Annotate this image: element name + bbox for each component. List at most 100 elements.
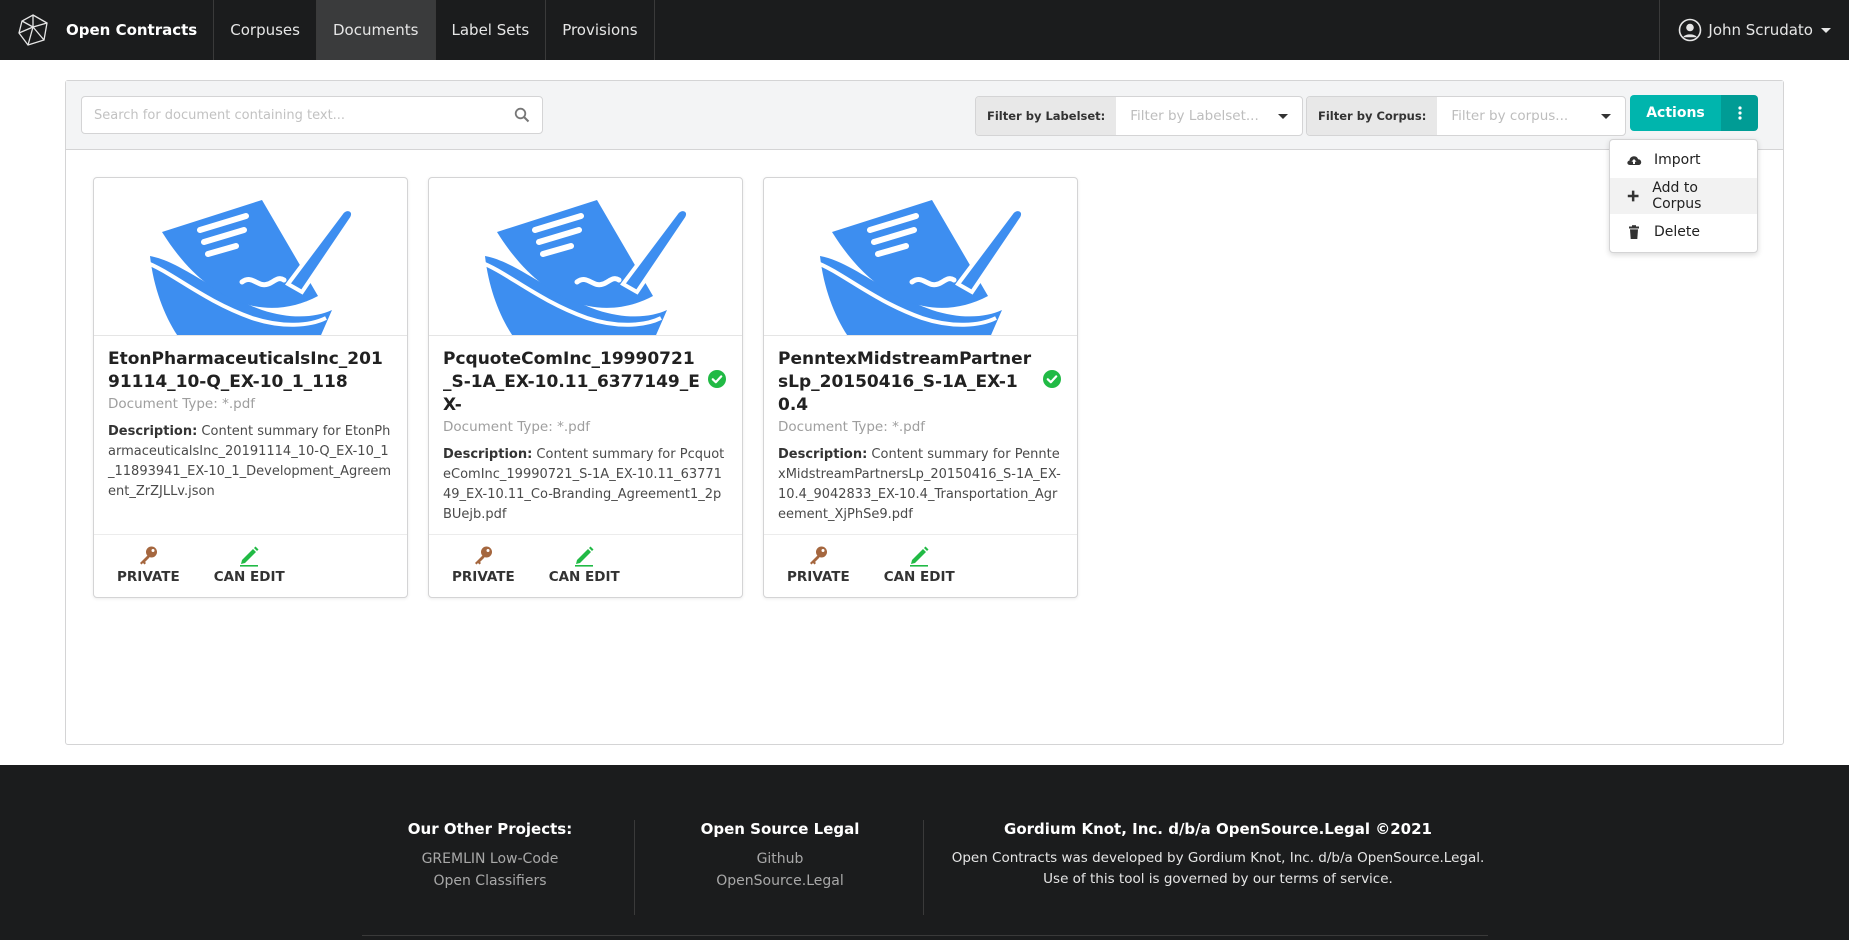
document-card[interactable]: EtonPharmaceuticalsInc_20191114_10-Q_EX-… (93, 177, 408, 598)
footer-other-projects: Our Other Projects: GREMLIN Low-Code Ope… (400, 820, 580, 892)
footer-heading: Gordium Knot, Inc. d/b/a OpenSource.Lega… (1004, 820, 1432, 838)
document-title[interactable]: PcquoteComInc_19990721_S-1A_EX-10.11_637… (443, 348, 701, 417)
footer-link-opensource-legal[interactable]: OpenSource.Legal (680, 870, 880, 892)
document-title[interactable]: PenntexMidstreamPartnersLp_20150416_S-1A… (778, 348, 1036, 417)
permission-can-edit: CAN EDIT (214, 545, 285, 597)
labelset-filter-dropdown[interactable]: Filter by Labelset... (1116, 97, 1302, 135)
document-card[interactable]: PcquoteComInc_19990721_S-1A_EX-10.11_637… (428, 177, 743, 598)
permission-private: PRIVATE (452, 545, 515, 597)
top-nav: Open Contracts Corpuses Documents Label … (0, 0, 1849, 60)
document-thumbnail (94, 178, 407, 336)
nav-item-provisions[interactable]: Provisions (546, 0, 655, 60)
dropdown-caret-icon (1278, 114, 1288, 119)
permission-label: CAN EDIT (548, 569, 620, 585)
pencil-icon (240, 546, 259, 567)
trash-icon (1629, 225, 1639, 239)
permission-label: PRIVATE (452, 569, 515, 585)
logo-icon (18, 14, 48, 46)
key-icon (140, 546, 158, 565)
document-description: Description: Content summary for Pcquote… (443, 445, 728, 525)
description-label: Description: (108, 424, 198, 439)
card-content: PenntexMidstreamPartnersLp_20150416_S-1A… (764, 336, 1077, 536)
permission-label: PRIVATE (117, 569, 180, 585)
labelset-filter-label: Filter by Labelset: (976, 97, 1117, 135)
footer-heading: Open Source Legal (700, 820, 860, 838)
menu-item-import[interactable]: Import (1610, 142, 1757, 178)
check-circle-icon (1043, 370, 1061, 388)
user-avatar-icon (1679, 18, 1702, 42)
footer-about-text: Open Contracts was developed by Gordium … (951, 850, 1485, 887)
documents-toolbar: Filter by Labelset: Filter by Labelset..… (66, 81, 1783, 150)
labelset-filter: Filter by Labelset: Filter by Labelset..… (975, 96, 1303, 136)
footer-divider (634, 820, 635, 915)
description-label: Description: (778, 447, 868, 462)
search-input[interactable] (94, 107, 514, 123)
user-menu[interactable]: John Scrudato (1659, 0, 1849, 60)
card-permissions: PRIVATE CAN EDIT (429, 534, 742, 597)
pencil-icon (575, 546, 594, 567)
document-type: Document Type: *.pdf (443, 419, 591, 435)
pencil-icon (910, 546, 929, 567)
footer-open-source-legal: Open Source Legal Github OpenSource.Lega… (680, 820, 880, 892)
chevron-down-icon (1821, 27, 1831, 33)
corpus-filter: Filter by Corpus: Filter by corpus... (1306, 96, 1626, 136)
permission-can-edit: CAN EDIT (549, 545, 620, 597)
permission-can-edit: CAN EDIT (884, 545, 955, 597)
search-box (81, 96, 543, 134)
actions-button[interactable]: Actions (1630, 95, 1721, 131)
menu-item-label: Delete (1654, 224, 1700, 240)
permission-private: PRIVATE (787, 545, 850, 597)
footer-bottom-divider (362, 935, 1488, 936)
document-sign-icon (479, 200, 690, 335)
corpus-filter-placeholder: Filter by corpus... (1451, 108, 1569, 124)
nav-item-label-sets[interactable]: Label Sets (436, 0, 547, 60)
permission-label: CAN EDIT (213, 569, 285, 585)
nav-item-documents[interactable]: Documents (316, 0, 436, 60)
card-permissions: PRIVATE CAN EDIT (764, 534, 1077, 597)
document-title[interactable]: EtonPharmaceuticalsInc_20191114_10-Q_EX-… (108, 348, 390, 394)
footer-heading: Our Other Projects: (407, 820, 573, 838)
brand[interactable]: Open Contracts (0, 0, 215, 60)
menu-item-label: Add to Corpus (1652, 180, 1702, 212)
document-thumbnail (764, 178, 1077, 336)
footer-about: Gordium Knot, Inc. d/b/a OpenSource.Lega… (938, 820, 1498, 890)
check-circle-icon (708, 370, 726, 388)
document-type: Document Type: *.pdf (108, 396, 256, 412)
document-description: Description: Content summary for Penntex… (778, 445, 1063, 525)
document-sign-icon (814, 200, 1025, 335)
cloud-upload-icon (1627, 156, 1642, 165)
menu-item-delete[interactable]: Delete (1610, 214, 1757, 250)
plus-icon (1627, 190, 1639, 202)
menu-item-label: Import (1654, 152, 1701, 168)
nav-item-corpuses[interactable]: Corpuses (214, 0, 317, 60)
document-type: Document Type: *.pdf (778, 419, 926, 435)
footer: Our Other Projects: GREMLIN Low-Code Ope… (0, 765, 1849, 940)
actions-menu-toggle[interactable] (1721, 95, 1758, 131)
kebab-icon (1737, 106, 1742, 120)
card-permissions: PRIVATE CAN EDIT (94, 534, 407, 597)
footer-link-open-classifiers[interactable]: Open Classifiers (400, 870, 580, 892)
corpus-filter-dropdown[interactable]: Filter by corpus... (1437, 97, 1625, 135)
permission-label: PRIVATE (787, 569, 850, 585)
key-icon (810, 546, 828, 565)
brand-name: Open Contracts (66, 21, 198, 39)
document-description: Description: Content summary for EtonPha… (108, 422, 393, 502)
footer-link-gremlin[interactable]: GREMLIN Low-Code (400, 848, 580, 870)
footer-link-github[interactable]: Github (680, 848, 880, 870)
key-icon (475, 546, 493, 565)
permission-label: CAN EDIT (883, 569, 955, 585)
dropdown-caret-icon (1601, 114, 1611, 119)
permission-private: PRIVATE (117, 545, 180, 597)
document-thumbnail (429, 178, 742, 336)
description-label: Description: (443, 447, 533, 462)
actions-button-group: Actions (1630, 95, 1758, 131)
menu-item-add-to-corpus[interactable]: Add to Corpus (1610, 178, 1757, 214)
card-content: PcquoteComInc_19990721_S-1A_EX-10.11_637… (429, 336, 742, 536)
search-icon[interactable] (514, 107, 530, 123)
footer-divider (923, 820, 924, 915)
document-sign-icon (144, 200, 355, 335)
user-name: John Scrudato (1708, 21, 1813, 39)
document-card[interactable]: PenntexMidstreamPartnersLp_20150416_S-1A… (763, 177, 1078, 598)
corpus-filter-label: Filter by Corpus: (1307, 97, 1438, 135)
